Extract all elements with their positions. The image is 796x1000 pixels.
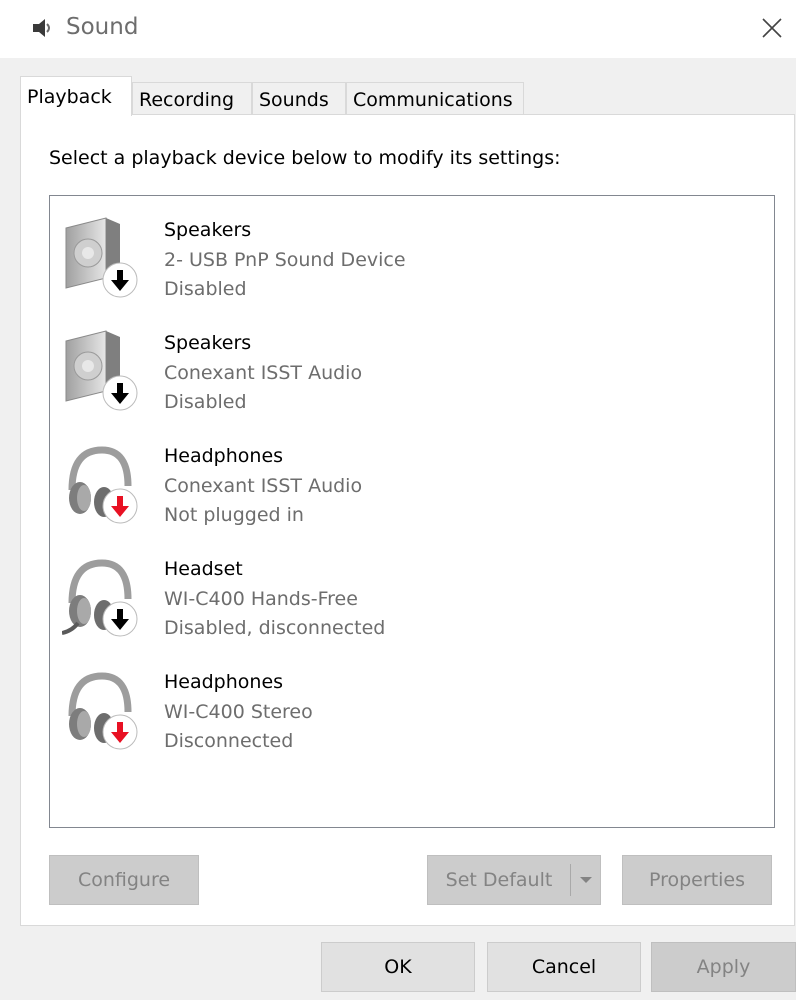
- set-default-button[interactable]: Set Default: [427, 855, 601, 905]
- device-text: Headphones WI-C400 Stereo Disconnected: [164, 668, 313, 757]
- device-name: Headphones: [164, 671, 284, 693]
- device-text: Headset WI-C400 Hands-Free Disabled, dis…: [164, 555, 385, 644]
- properties-button[interactable]: Properties: [622, 855, 772, 905]
- apply-button[interactable]: Apply: [651, 942, 796, 992]
- device-driver: Conexant ISST Audio: [164, 361, 363, 384]
- device-status: Disabled, disconnected: [164, 617, 386, 639]
- speaker-icon: [65, 330, 138, 411]
- headset-icon: [62, 559, 138, 637]
- device-driver: 2- USB PnP Sound Device: [164, 248, 406, 271]
- dialog-client: Playback Recording Sounds Communications…: [0, 58, 796, 1000]
- device-status: Disabled: [164, 391, 247, 413]
- device-list[interactable]: Speakers 2- USB PnP Sound Device Disable…: [49, 195, 775, 828]
- window-title: Sound: [66, 14, 139, 40]
- device-status: Disconnected: [164, 730, 294, 752]
- speaker-icon: [65, 217, 138, 298]
- tab-playback[interactable]: Playback: [20, 76, 132, 116]
- headphones-icon: [68, 672, 138, 750]
- device-status: Not plugged in: [164, 504, 304, 526]
- set-default-dropdown[interactable]: [570, 864, 600, 896]
- device-text: Headphones Conexant ISST Audio Not plugg…: [164, 442, 362, 531]
- playback-panel: Select a playback device below to modify…: [20, 114, 795, 926]
- device-item[interactable]: Speakers Conexant ISST Audio Disabled: [50, 309, 774, 417]
- device-name: Speakers: [164, 332, 252, 354]
- tab-sounds[interactable]: Sounds: [252, 82, 346, 115]
- device-item[interactable]: Headset WI-C400 Hands-Free Disabled, dis…: [50, 535, 774, 643]
- device-driver: WI-C400 Stereo: [164, 700, 313, 723]
- title-bar: Sound: [0, 0, 796, 58]
- device-item[interactable]: Speakers 2- USB PnP Sound Device Disable…: [50, 196, 774, 304]
- chevron-down-icon: [579, 877, 592, 883]
- cancel-button[interactable]: Cancel: [487, 942, 641, 992]
- instructions-text: Select a playback device below to modify…: [49, 147, 561, 169]
- speaker-app-icon: [33, 19, 50, 37]
- device-text: Speakers Conexant ISST Audio Disabled: [164, 329, 362, 418]
- close-icon[interactable]: [754, 10, 790, 46]
- headphones-icon: [68, 446, 138, 524]
- device-item[interactable]: Headphones Conexant ISST Audio Not plugg…: [50, 422, 774, 530]
- device-name: Speakers: [164, 219, 252, 241]
- device-driver: Conexant ISST Audio: [164, 474, 363, 497]
- device-driver: WI-C400 Hands-Free: [164, 587, 358, 610]
- device-name: Headset: [164, 558, 243, 580]
- tab-communications[interactable]: Communications: [346, 82, 524, 115]
- device-name: Headphones: [164, 445, 284, 467]
- device-item[interactable]: Headphones WI-C400 Stereo Disconnected: [50, 648, 774, 756]
- set-default-label: Set Default: [445, 869, 553, 891]
- ok-button[interactable]: OK: [321, 942, 475, 992]
- device-status: Disabled: [164, 278, 247, 300]
- configure-button[interactable]: Configure: [49, 855, 199, 905]
- device-text: Speakers 2- USB PnP Sound Device Disable…: [164, 216, 406, 305]
- tab-recording[interactable]: Recording: [132, 82, 252, 115]
